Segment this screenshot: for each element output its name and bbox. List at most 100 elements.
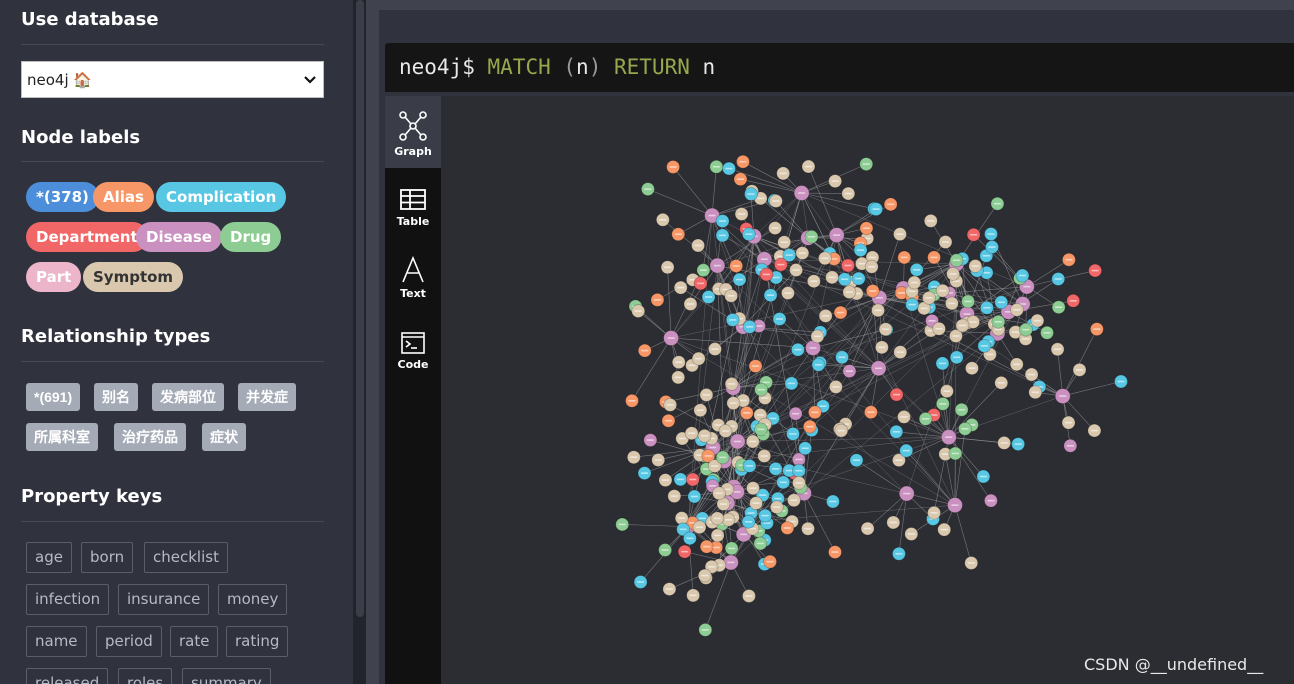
graph-node-caption	[1023, 285, 1031, 288]
graph-node-caption	[1066, 444, 1074, 447]
graph-node-caption	[646, 439, 654, 441]
tab-code[interactable]: Code	[385, 316, 441, 388]
graph-canvas[interactable]	[441, 96, 1294, 684]
graph-relationship[interactable]	[801, 192, 875, 210]
graph-node-caption	[898, 292, 906, 294]
node-label-disease[interactable]: Disease	[136, 222, 222, 252]
graph-relationship[interactable]	[667, 267, 672, 339]
graph-node-caption	[1076, 369, 1084, 371]
node-label-symptom[interactable]: Symptom	[83, 262, 184, 292]
graph-node-caption	[889, 521, 897, 524]
graph-node-caption	[837, 429, 845, 432]
graph-node-caption	[837, 311, 845, 314]
graph-node-caption	[712, 165, 720, 168]
graph-node-caption	[828, 276, 836, 279]
property-key[interactable]: checklist	[144, 542, 228, 573]
node-label-complication[interactable]: Complication	[156, 182, 287, 212]
graph-node-caption	[792, 412, 800, 415]
graph-node-caption	[792, 269, 800, 271]
graph-relationship[interactable]	[672, 166, 713, 216]
property-key[interactable]: name	[26, 626, 87, 657]
tab-code-label: Code	[397, 358, 429, 371]
rel-type-onset-site[interactable]: 发病部位	[152, 383, 224, 411]
graph-node-caption	[949, 273, 957, 275]
graph-node-caption	[968, 367, 976, 369]
rel-type-complication[interactable]: 并发症	[238, 383, 296, 411]
tab-text[interactable]: Text	[385, 244, 441, 316]
property-key[interactable]: money	[218, 584, 288, 615]
graph-node-caption	[813, 335, 821, 338]
graph-relationship[interactable]	[662, 219, 718, 266]
node-label-drug[interactable]: Drug	[220, 222, 282, 252]
graph-relationship[interactable]	[1062, 329, 1098, 397]
graph-node-caption	[1091, 269, 1099, 272]
graph-node-caption	[761, 397, 769, 399]
graph-relationship[interactable]	[647, 188, 713, 216]
node-label-part[interactable]: Part	[26, 262, 82, 292]
graph-node-caption	[910, 281, 918, 284]
tab-graph[interactable]: Graph	[385, 96, 441, 168]
graph-relationship[interactable]	[1062, 381, 1122, 397]
rel-type-symptom[interactable]: 症状	[202, 423, 246, 451]
graph-node-caption	[725, 167, 733, 170]
graph-node-caption	[709, 446, 717, 449]
graph-node-caption	[785, 254, 793, 256]
property-key[interactable]: infection	[26, 584, 110, 615]
property-key[interactable]: roles	[118, 668, 173, 684]
rel-type-drug[interactable]: 治疗药品	[114, 423, 186, 451]
graph-node-caption	[736, 178, 744, 180]
graph-node-caption	[703, 545, 711, 548]
graph-relationship[interactable]	[737, 436, 949, 442]
graph-node-caption	[752, 502, 760, 504]
tab-table[interactable]: Table	[385, 172, 441, 244]
node-label-all[interactable]: *(378)	[26, 182, 99, 212]
graph-node-caption	[736, 278, 744, 281]
graph-node-caption	[895, 552, 903, 555]
graph-relationship[interactable]	[954, 505, 972, 564]
property-key[interactable]: summary	[182, 668, 271, 684]
query-keyword-return: RETURN	[614, 55, 690, 79]
graph-node-caption	[698, 517, 706, 520]
node-label-department[interactable]: Department	[26, 222, 148, 252]
property-key[interactable]: born	[81, 542, 134, 573]
rel-type-department[interactable]: 所属科室	[26, 423, 98, 451]
sidebar: Use database neo4j 🏠 Node labels *(378) …	[0, 0, 353, 684]
graph-node-caption	[1059, 395, 1067, 397]
rel-type-all[interactable]: *(691)	[26, 383, 81, 411]
query-variable: n	[576, 55, 589, 79]
graph-node-caption	[867, 411, 875, 413]
graph-node-caption	[681, 550, 689, 553]
graph-node-caption	[927, 220, 935, 222]
query-editor[interactable]: neo4j$ MATCH (n) RETURN n	[385, 43, 1294, 92]
property-key[interactable]: rating	[226, 626, 289, 657]
graph-visualization[interactable]	[441, 96, 1294, 684]
graph-relationship[interactable]	[733, 297, 880, 388]
property-key[interactable]: rate	[170, 626, 219, 657]
property-key[interactable]: released	[26, 668, 109, 684]
graph-node-caption	[677, 286, 685, 289]
graph-node-caption	[994, 321, 1002, 323]
graph-node-caption	[872, 208, 880, 210]
node-label-alias[interactable]: Alias	[93, 182, 154, 212]
rel-type-alias[interactable]: 别名	[94, 383, 138, 411]
query-paren-close: )	[588, 55, 602, 79]
graph-node-caption	[953, 259, 961, 262]
property-key[interactable]: insurance	[118, 584, 210, 615]
graph-relationship[interactable]	[671, 337, 814, 349]
graph-node-caption	[729, 402, 737, 404]
graph-relationship[interactable]	[954, 428, 966, 506]
graph-relationship[interactable]	[948, 436, 1005, 444]
graph-node-caption	[943, 390, 951, 392]
graph-node-caption	[844, 264, 852, 267]
graph-node-caption	[628, 400, 636, 402]
graph-node-caption	[727, 561, 735, 564]
property-key[interactable]: age	[26, 542, 72, 573]
database-select[interactable]: neo4j 🏠	[21, 61, 324, 98]
sidebar-scrollbar-thumb[interactable]	[356, 0, 364, 617]
graph-node-caption	[618, 523, 626, 526]
graph-node-caption	[674, 376, 682, 379]
graph-node-caption	[666, 404, 674, 406]
graph-node-caption	[749, 440, 757, 443]
property-key[interactable]: period	[96, 626, 162, 657]
graph-node-caption	[762, 273, 770, 276]
